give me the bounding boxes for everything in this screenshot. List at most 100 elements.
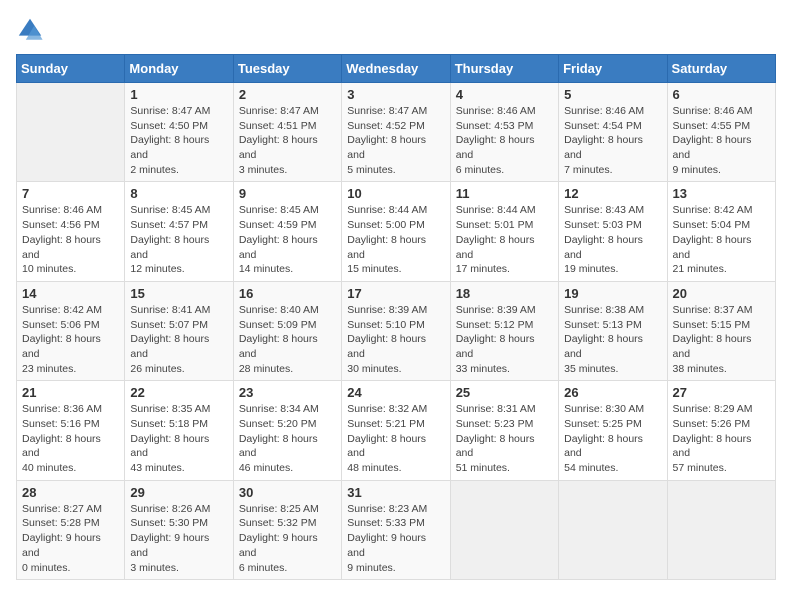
calendar-header-friday: Friday bbox=[559, 55, 667, 83]
sunset-text: Sunset: 5:28 PM bbox=[22, 516, 119, 531]
sunset-text: Sunset: 5:25 PM bbox=[564, 417, 661, 432]
daylight-text: Daylight: 8 hours and bbox=[564, 233, 661, 262]
day-number: 13 bbox=[673, 186, 770, 201]
logo-icon bbox=[16, 16, 44, 44]
day-info: Sunrise: 8:42 AMSunset: 5:04 PMDaylight:… bbox=[673, 203, 770, 276]
calendar-cell: 8Sunrise: 8:45 AMSunset: 4:57 PMDaylight… bbox=[125, 182, 233, 281]
calendar-table: SundayMondayTuesdayWednesdayThursdayFrid… bbox=[16, 54, 776, 580]
calendar-cell: 22 Sunrise: 8:35 AMSunset: 5:18 PMDayligh… bbox=[125, 381, 233, 480]
day-info: Sunrise: 8:47 AMSunset: 4:50 PMDaylight:… bbox=[130, 104, 227, 177]
daylight-text-cont: 23 minutes. bbox=[22, 362, 119, 377]
day-number: 29 bbox=[130, 485, 227, 500]
logo bbox=[16, 16, 48, 44]
day-number: 6 bbox=[673, 87, 770, 102]
calendar-week-2: 7Sunrise: 8:46 AMSunset: 4:56 PMDaylight… bbox=[17, 182, 776, 281]
sunrise-text: Sunrise: 8:36 AM bbox=[22, 402, 119, 417]
daylight-text: Daylight: 8 hours and bbox=[456, 332, 553, 361]
calendar-cell: 9Sunrise: 8:45 AMSunset: 4:59 PMDaylight… bbox=[233, 182, 341, 281]
day-info: Sunrise: 8:39 AMSunset: 5:10 PMDaylight:… bbox=[347, 303, 444, 376]
day-info: Sunrise: 8:37 AMSunset: 5:15 PMDaylight:… bbox=[673, 303, 770, 376]
calendar-cell: 1 Sunrise: 8:47 AMSunset: 4:50 PMDaylight… bbox=[125, 83, 233, 182]
daylight-text: Daylight: 8 hours and bbox=[239, 233, 336, 262]
day-info: Sunrise: 8:39 AMSunset: 5:12 PMDaylight:… bbox=[456, 303, 553, 376]
day-number: 12 bbox=[564, 186, 661, 201]
sunset-text: Sunset: 5:06 PM bbox=[22, 318, 119, 333]
day-number: 20 bbox=[673, 286, 770, 301]
calendar-cell: 16 Sunrise: 8:40 AMSunset: 5:09 PMDayligh… bbox=[233, 281, 341, 380]
sunrise-text: Sunrise: 8:46 AM bbox=[456, 104, 553, 119]
calendar-cell: 13 Sunrise: 8:42 AMSunset: 5:04 PMDayligh… bbox=[667, 182, 775, 281]
day-info: Sunrise: 8:35 AMSunset: 5:18 PMDaylight:… bbox=[130, 402, 227, 475]
daylight-text-cont: 51 minutes. bbox=[456, 461, 553, 476]
day-info: Sunrise: 8:42 AMSunset: 5:06 PMDaylight:… bbox=[22, 303, 119, 376]
day-number: 16 bbox=[239, 286, 336, 301]
sunrise-text: Sunrise: 8:27 AM bbox=[22, 502, 119, 517]
daylight-text: Daylight: 8 hours and bbox=[130, 332, 227, 361]
sunset-text: Sunset: 5:01 PM bbox=[456, 218, 553, 233]
day-number: 18 bbox=[456, 286, 553, 301]
daylight-text: Daylight: 8 hours and bbox=[347, 233, 444, 262]
daylight-text-cont: 19 minutes. bbox=[564, 262, 661, 277]
day-info: Sunrise: 8:31 AMSunset: 5:23 PMDaylight:… bbox=[456, 402, 553, 475]
daylight-text: Daylight: 8 hours and bbox=[564, 133, 661, 162]
day-number: 31 bbox=[347, 485, 444, 500]
daylight-text: Daylight: 8 hours and bbox=[239, 133, 336, 162]
calendar-cell: 27Sunrise: 8:29 AMSunset: 5:26 PMDayligh… bbox=[667, 381, 775, 480]
sunrise-text: Sunrise: 8:25 AM bbox=[239, 502, 336, 517]
day-number: 19 bbox=[564, 286, 661, 301]
daylight-text-cont: 9 minutes. bbox=[347, 561, 444, 576]
sunrise-text: Sunrise: 8:47 AM bbox=[239, 104, 336, 119]
sunrise-text: Sunrise: 8:40 AM bbox=[239, 303, 336, 318]
calendar-week-5: 28Sunrise: 8:27 AMSunset: 5:28 PMDayligh… bbox=[17, 480, 776, 579]
calendar-header-row: SundayMondayTuesdayWednesdayThursdayFrid… bbox=[17, 55, 776, 83]
day-info: Sunrise: 8:34 AMSunset: 5:20 PMDaylight:… bbox=[239, 402, 336, 475]
sunset-text: Sunset: 5:00 PM bbox=[347, 218, 444, 233]
daylight-text-cont: 21 minutes. bbox=[673, 262, 770, 277]
daylight-text-cont: 57 minutes. bbox=[673, 461, 770, 476]
daylight-text: Daylight: 8 hours and bbox=[673, 432, 770, 461]
day-number: 10 bbox=[347, 186, 444, 201]
daylight-text-cont: 40 minutes. bbox=[22, 461, 119, 476]
day-info: Sunrise: 8:36 AMSunset: 5:16 PMDaylight:… bbox=[22, 402, 119, 475]
day-info: Sunrise: 8:40 AMSunset: 5:09 PMDaylight:… bbox=[239, 303, 336, 376]
calendar-cell: 25 Sunrise: 8:31 AMSunset: 5:23 PMDayligh… bbox=[450, 381, 558, 480]
daylight-text-cont: 17 minutes. bbox=[456, 262, 553, 277]
calendar-cell: 6Sunrise: 8:46 AMSunset: 4:55 PMDaylight… bbox=[667, 83, 775, 182]
daylight-text-cont: 6 minutes. bbox=[239, 561, 336, 576]
day-number: 22 bbox=[130, 385, 227, 400]
day-number: 27 bbox=[673, 385, 770, 400]
daylight-text-cont: 15 minutes. bbox=[347, 262, 444, 277]
sunrise-text: Sunrise: 8:44 AM bbox=[347, 203, 444, 218]
daylight-text-cont: 12 minutes. bbox=[130, 262, 227, 277]
daylight-text: Daylight: 8 hours and bbox=[239, 332, 336, 361]
calendar-week-4: 21Sunrise: 8:36 AMSunset: 5:16 PMDayligh… bbox=[17, 381, 776, 480]
day-number: 5 bbox=[564, 87, 661, 102]
day-number: 25 bbox=[456, 385, 553, 400]
day-info: Sunrise: 8:38 AMSunset: 5:13 PMDaylight:… bbox=[564, 303, 661, 376]
day-info: Sunrise: 8:32 AMSunset: 5:21 PMDaylight:… bbox=[347, 402, 444, 475]
sunset-text: Sunset: 5:21 PM bbox=[347, 417, 444, 432]
day-info: Sunrise: 8:26 AMSunset: 5:30 PMDaylight:… bbox=[130, 502, 227, 575]
sunset-text: Sunset: 4:50 PM bbox=[130, 119, 227, 134]
sunset-text: Sunset: 4:56 PM bbox=[22, 218, 119, 233]
sunrise-text: Sunrise: 8:39 AM bbox=[347, 303, 444, 318]
sunset-text: Sunset: 5:30 PM bbox=[130, 516, 227, 531]
day-number: 23 bbox=[239, 385, 336, 400]
sunrise-text: Sunrise: 8:34 AM bbox=[239, 402, 336, 417]
sunrise-text: Sunrise: 8:46 AM bbox=[673, 104, 770, 119]
day-number: 8 bbox=[130, 186, 227, 201]
daylight-text: Daylight: 8 hours and bbox=[130, 133, 227, 162]
day-number: 14 bbox=[22, 286, 119, 301]
day-number: 1 bbox=[130, 87, 227, 102]
day-number: 2 bbox=[239, 87, 336, 102]
calendar-cell: 3Sunrise: 8:47 AMSunset: 4:52 PMDaylight… bbox=[342, 83, 450, 182]
calendar-header-tuesday: Tuesday bbox=[233, 55, 341, 83]
day-number: 4 bbox=[456, 87, 553, 102]
daylight-text: Daylight: 8 hours and bbox=[22, 332, 119, 361]
day-info: Sunrise: 8:30 AMSunset: 5:25 PMDaylight:… bbox=[564, 402, 661, 475]
sunset-text: Sunset: 5:18 PM bbox=[130, 417, 227, 432]
day-info: Sunrise: 8:43 AMSunset: 5:03 PMDaylight:… bbox=[564, 203, 661, 276]
calendar-cell: 18 Sunrise: 8:39 AMSunset: 5:12 PMDayligh… bbox=[450, 281, 558, 380]
daylight-text-cont: 9 minutes. bbox=[673, 163, 770, 178]
sunset-text: Sunset: 4:54 PM bbox=[564, 119, 661, 134]
